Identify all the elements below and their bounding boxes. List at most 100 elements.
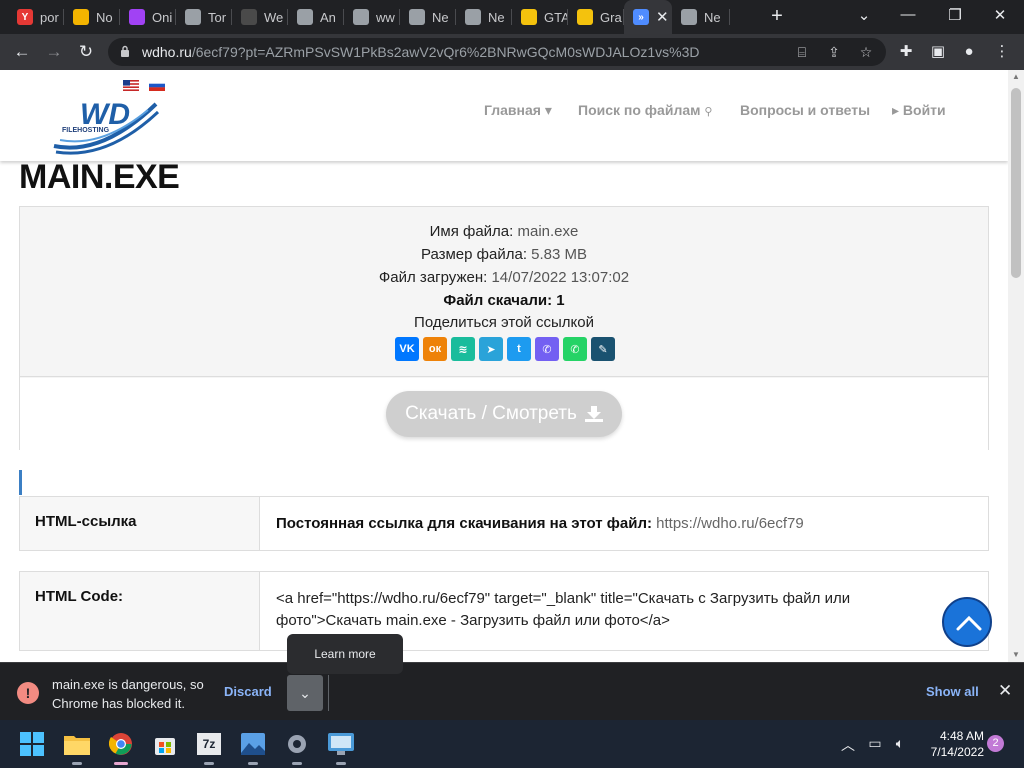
nav-faq[interactable]: Вопросы и ответы [740, 102, 870, 118]
extensions-icon[interactable]: ✚ [896, 42, 916, 62]
forward-icon[interactable]: → [43, 41, 65, 63]
network-icon[interactable]: ▭ [866, 735, 884, 752]
start-icon[interactable] [16, 728, 48, 760]
circle-icon [129, 9, 145, 25]
tab[interactable]: An [288, 0, 344, 34]
clock-date: 7/14/2022 [930, 745, 984, 759]
pen-icon [185, 9, 201, 25]
discard-button[interactable]: Discard [224, 684, 272, 699]
nav-login[interactable]: ▸ Войти [892, 102, 946, 119]
search-icon: ⚲ [704, 106, 713, 118]
warning-line-1: main.exe is dangerous, so [52, 677, 204, 692]
page-viewport: MAIN.EXE Имя файла: main.exe Размер файл… [0, 70, 1008, 662]
yandex-icon: Y [17, 9, 33, 25]
restore-icon[interactable]: ❐ [944, 6, 966, 24]
7zip-icon[interactable]: 7z [193, 728, 225, 765]
download-button[interactable]: Скачать / Смотреть [386, 391, 622, 437]
settings-icon[interactable] [281, 728, 313, 765]
tab-close-icon[interactable]: ✕ [656, 8, 669, 26]
side-panel-icon[interactable]: ▣ [928, 42, 948, 62]
tab[interactable]: ww [344, 0, 400, 34]
odnoklassniki-share-icon[interactable]: ок [423, 337, 447, 361]
bolt-icon [521, 9, 537, 25]
viber-share-icon[interactable]: ✆ [535, 337, 559, 361]
tab[interactable]: Oni [120, 0, 176, 34]
scroll-up-arrow-icon[interactable]: ▲ [1012, 72, 1020, 81]
tab[interactable]: GTA [512, 0, 568, 34]
bookmark-star-icon[interactable]: ☆ [858, 44, 874, 60]
tab-label: GTA [544, 9, 568, 25]
menu-kebab-icon[interactable]: ⋮ [992, 42, 1012, 62]
livejournal-share-icon[interactable]: ✎ [591, 337, 615, 361]
scroll-to-top-button[interactable] [942, 597, 992, 647]
share-buttons: VK ок ≋ ➤ t ✆ ✆ ✎ [395, 337, 615, 361]
new-tab-icon[interactable]: + [766, 6, 788, 28]
tab[interactable]: No [64, 0, 120, 34]
whatsapp-share-icon[interactable]: ✆ [563, 337, 587, 361]
lock-icon[interactable] [120, 45, 130, 58]
upload-date-line: Файл загружен: 14/07/2022 13:07:02 [20, 269, 988, 286]
url-text[interactable]: wdho.ru/6ecf79?pt=AZRmPSvSW1PkBs2awV2vQr… [142, 44, 699, 60]
url-path: /6ecf79?pt=AZRmPSvSW1PkBs2awV2vQr6%2BNRw… [191, 44, 700, 60]
tab[interactable]: Ypor [8, 0, 64, 34]
image-flag-icon [73, 9, 89, 25]
tab[interactable]: Ne [456, 0, 512, 34]
chevron-up-icon[interactable]: ︿ [839, 735, 857, 755]
notification-badge[interactable]: 2 [987, 735, 1004, 752]
translate-icon[interactable]: ⌸ [794, 44, 810, 60]
permalink-url[interactable]: https://wdho.ru/6ecf79 [656, 515, 804, 532]
english-flag-icon[interactable] [123, 80, 139, 91]
learn-more-tooltip: Learn more [287, 634, 403, 674]
tab[interactable]: Ne [400, 0, 456, 34]
file-explorer-icon[interactable] [61, 728, 93, 765]
tab[interactable]: » ✕ [624, 0, 672, 34]
yandex-messenger-share-icon[interactable]: ≋ [451, 337, 475, 361]
photos-icon[interactable] [237, 728, 269, 765]
download-separator [328, 675, 329, 711]
screen: { "browser": { "tabs": [ {"label": "por"… [0, 0, 1024, 768]
minimize-icon[interactable]: — [897, 6, 919, 23]
telegram-share-icon[interactable]: ➤ [479, 337, 503, 361]
store-icon[interactable] [149, 728, 181, 760]
download-button-label: Скачать / Смотреть [405, 403, 577, 424]
file-size-label: Размер файла: [420, 246, 527, 263]
tab[interactable]: Ne [672, 0, 730, 34]
upload-date-value: 14/07/2022 13:07:02 [491, 269, 630, 286]
chrome-icon[interactable] [105, 728, 137, 765]
address-bar[interactable]: wdho.ru/6ecf79?pt=AZRmPSvSW1PkBs2awV2vQr… [108, 38, 886, 66]
download-icon [584, 406, 603, 422]
download-warning: main.exe is dangerous, so Chrome has blo… [52, 675, 222, 713]
logo-graphic: WD FILEHOSTING [53, 98, 160, 155]
vk-share-icon[interactable]: VK [395, 337, 419, 361]
tab-search-icon[interactable]: ⌄ [853, 6, 875, 24]
page-scrollbar[interactable]: ▲ ▼ [1008, 70, 1024, 662]
clock[interactable]: 4:48 AM 7/14/2022 [920, 728, 984, 760]
scroll-down-arrow-icon[interactable]: ▼ [1012, 650, 1020, 659]
logo-sub: FILEHOSTING [62, 127, 110, 134]
reload-icon[interactable]: ↻ [75, 41, 97, 63]
file-name-label: Имя файла: [429, 223, 514, 240]
tab[interactable]: Gra [568, 0, 624, 34]
download-options-button[interactable]: ⌄ [287, 675, 323, 711]
russian-flag-icon[interactable] [149, 80, 165, 91]
file-name-line: Имя файла: main.exe [20, 223, 988, 240]
twitter-share-icon[interactable]: t [507, 337, 531, 361]
close-icon[interactable]: ✕ [998, 681, 1012, 701]
window-close-icon[interactable]: ✕ [989, 6, 1011, 24]
tab[interactable]: Tor [176, 0, 232, 34]
show-all-button[interactable]: Show all [926, 684, 979, 699]
site-logo[interactable]: WD FILEHOSTING [52, 96, 162, 160]
share-icon[interactable]: ⇪ [826, 44, 842, 60]
tab[interactable]: We [232, 0, 288, 34]
volume-icon[interactable]: 🔈︎ [891, 735, 909, 752]
scrollbar-thumb[interactable] [1011, 88, 1021, 278]
download-area: Скачать / Смотреть [20, 378, 988, 450]
profile-icon[interactable]: ● [959, 42, 979, 62]
control-panel-icon[interactable] [325, 728, 357, 765]
chrome-icon [465, 9, 481, 25]
warning-line-2: Chrome has blocked it. [52, 696, 185, 711]
file-title: MAIN.EXE [19, 158, 180, 196]
back-icon[interactable]: ← [11, 41, 33, 63]
nav-search[interactable]: Поиск по файлам ⚲ [578, 102, 712, 118]
nav-home[interactable]: Главная ▾ [484, 102, 552, 119]
